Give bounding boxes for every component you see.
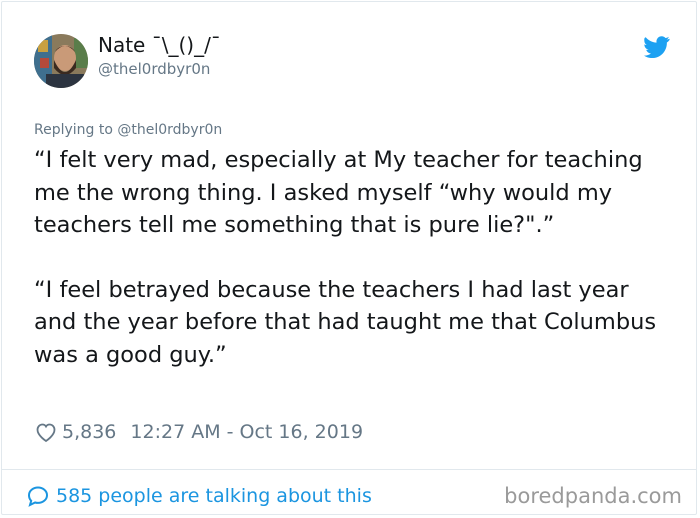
twitter-bird-icon[interactable] bbox=[644, 36, 670, 58]
like-count[interactable]: 5,836 bbox=[62, 421, 116, 443]
divider bbox=[2, 469, 696, 470]
tweet-meta: 5,836 12:27 AM - Oct 16, 2019 bbox=[34, 418, 363, 446]
avatar-photo bbox=[34, 34, 88, 88]
speech-bubble-icon bbox=[27, 486, 49, 507]
tweet-paragraph: “I felt very mad, especially at My teach… bbox=[34, 147, 643, 238]
tweet-timestamp[interactable]: 12:27 AM - Oct 16, 2019 bbox=[130, 421, 363, 443]
avatar[interactable] bbox=[34, 34, 88, 88]
watermark: boredpanda.com bbox=[504, 484, 682, 508]
tweet-card: Nate ¯\_()_/¯ @thel0rdbyr0n Replying to … bbox=[1, 1, 697, 515]
author-name[interactable]: Nate ¯\_()_/¯ bbox=[98, 33, 221, 57]
replying-to[interactable]: Replying to @thel0rdbyr0n bbox=[34, 122, 222, 138]
tweet-text: “I felt very mad, especially at My teach… bbox=[34, 144, 674, 371]
tweet-paragraph: “I feel betrayed because the teachers I … bbox=[34, 276, 657, 368]
heart-icon[interactable] bbox=[34, 420, 58, 444]
conversation-text[interactable]: 585 people are talking about this bbox=[56, 485, 372, 507]
conversation-link[interactable]: 585 people are talking about this bbox=[26, 482, 372, 510]
author-handle[interactable]: @thel0rdbyr0n bbox=[98, 60, 210, 78]
